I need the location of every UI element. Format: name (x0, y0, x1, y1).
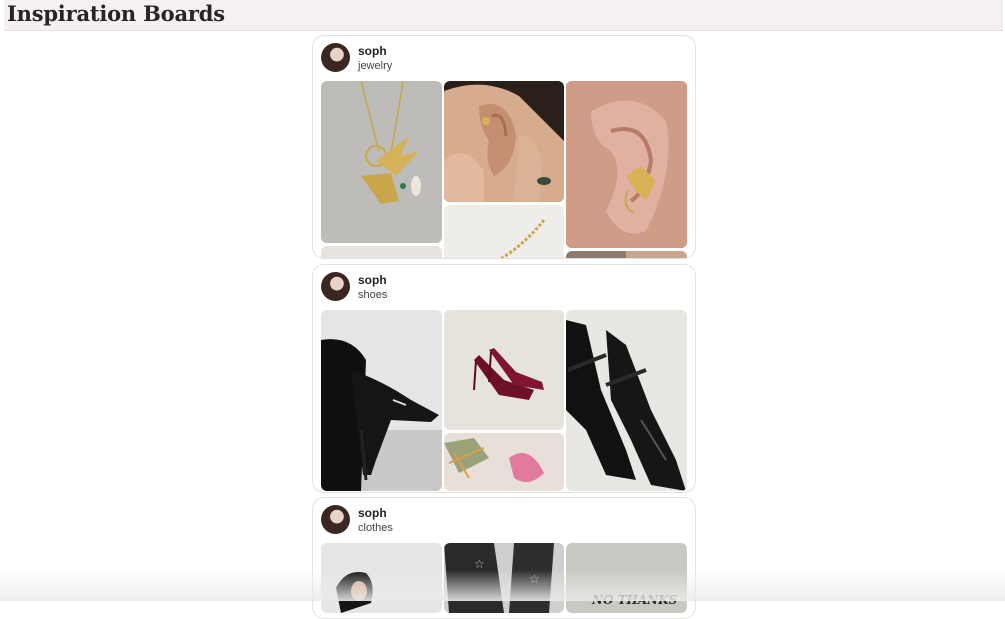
board-card-jewelry[interactable]: soph jewelry (312, 35, 696, 259)
board-name[interactable]: clothes (358, 522, 393, 534)
pin-image[interactable] (444, 205, 564, 258)
pin-image[interactable]: ☆ ☆ (444, 543, 564, 613)
pin-image[interactable] (321, 81, 442, 243)
board-header: soph jewelry (321, 43, 681, 75)
pin-image[interactable] (321, 543, 442, 613)
avatar[interactable] (321, 43, 350, 72)
app-header: Inspiration Boards (4, 0, 1003, 31)
board-name[interactable]: jewelry (358, 60, 392, 72)
pin-image[interactable] (444, 433, 564, 491)
avatar[interactable] (321, 272, 350, 301)
pin-image[interactable]: NO THANKS (566, 543, 687, 613)
board-header: soph clothes (321, 505, 681, 537)
pin-image[interactable] (444, 310, 564, 430)
board-username[interactable]: soph (358, 506, 387, 520)
pin-image[interactable] (566, 310, 687, 491)
board-header: soph shoes (321, 272, 681, 304)
pin-image[interactable] (566, 251, 687, 258)
board-name[interactable]: shoes (358, 289, 387, 301)
board-username[interactable]: soph (358, 44, 387, 58)
svg-text:☆: ☆ (529, 572, 540, 586)
pin-image[interactable] (566, 81, 687, 248)
page-title: Inspiration Boards (7, 1, 225, 26)
shirt-print-text: NO THANKS (592, 593, 678, 607)
pin-image[interactable] (321, 310, 442, 491)
svg-text:☆: ☆ (474, 557, 485, 571)
pin-image[interactable] (321, 246, 442, 258)
avatar[interactable] (321, 505, 350, 534)
board-card-shoes[interactable]: soph shoes (312, 264, 696, 493)
board-username[interactable]: soph (358, 273, 387, 287)
pin-image[interactable] (444, 81, 564, 202)
